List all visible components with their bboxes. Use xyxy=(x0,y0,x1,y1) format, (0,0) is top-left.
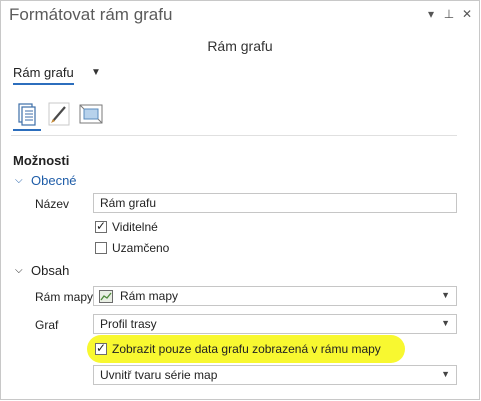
tab-display[interactable] xyxy=(77,101,105,129)
tab-options[interactable] xyxy=(13,101,41,131)
chevron-down-icon: ▼ xyxy=(441,290,450,300)
graph-value: Profil trasy xyxy=(100,317,157,331)
options-icon xyxy=(18,103,36,126)
locked-checkbox[interactable] xyxy=(95,242,107,254)
title-icons: ▾ ⊥ ✕ xyxy=(425,7,473,21)
map-icon xyxy=(99,290,113,303)
graph-label: Graf xyxy=(35,318,59,332)
scrollbar[interactable] xyxy=(459,31,479,401)
general-group-label: Obecné xyxy=(31,173,77,188)
element-subtitle: Rám grafu xyxy=(207,38,273,54)
pane-titlebar: Formátovat rám grafu ▾ ⊥ ✕ xyxy=(1,1,479,31)
show-only-in-frame-label: Zobrazit pouze data grafu zobrazená v rá… xyxy=(112,342,381,356)
map-frame-value: Rám mapy xyxy=(120,289,179,303)
options-heading: Možnosti xyxy=(13,153,70,168)
tab-strip xyxy=(13,101,105,131)
general-group-header[interactable]: ⌵ Obecné xyxy=(15,173,77,188)
edit-icon xyxy=(48,102,70,126)
name-label: Název xyxy=(35,197,70,211)
content-group-header[interactable]: ⌵ Obsah xyxy=(15,263,69,278)
pane-title: Formátovat rám grafu xyxy=(9,5,173,24)
visible-checkbox-row[interactable]: Viditelné xyxy=(95,219,158,234)
map-frame-label: Rám mapy xyxy=(35,290,94,304)
locked-label: Uzamčeno xyxy=(112,241,170,255)
close-icon[interactable]: ✕ xyxy=(461,7,473,21)
dropdown-icon[interactable]: ▾ xyxy=(425,7,437,21)
chevron-down-icon[interactable]: ▼ xyxy=(91,67,101,78)
chevron-down-icon: ▼ xyxy=(441,369,450,379)
map-frame-dropdown[interactable]: Rám mapy ▼ xyxy=(93,286,457,306)
name-field[interactable]: Rám grafu xyxy=(93,193,457,213)
tabs-divider xyxy=(11,135,457,136)
locked-checkbox-row[interactable]: Uzamčeno xyxy=(95,241,169,255)
show-only-in-frame-checkbox[interactable] xyxy=(95,341,107,355)
visible-label: Viditelné xyxy=(112,220,158,234)
chevron-down-icon: ⌵ xyxy=(15,175,23,186)
visible-checkbox[interactable] xyxy=(95,219,107,233)
show-only-in-frame-row[interactable]: Zobrazit pouze data grafu zobrazená v rá… xyxy=(95,341,381,356)
display-icon xyxy=(79,104,103,124)
element-selector[interactable]: Rám grafu xyxy=(13,65,74,85)
chevron-down-icon: ⌵ xyxy=(15,265,23,276)
content-group-label: Obsah xyxy=(31,263,70,278)
series-extent-value: Uvnitř tvaru série map xyxy=(100,368,218,382)
tab-edit[interactable] xyxy=(45,101,73,129)
series-extent-dropdown[interactable]: Uvnitř tvaru série map ▼ xyxy=(93,365,457,385)
format-chart-frame-pane: Formátovat rám grafu ▾ ⊥ ✕ Rám grafu Rám… xyxy=(0,0,480,400)
chevron-down-icon: ▼ xyxy=(441,318,450,328)
graph-dropdown[interactable]: Profil trasy ▼ xyxy=(93,314,457,334)
pin-icon[interactable]: ⊥ xyxy=(443,7,455,21)
